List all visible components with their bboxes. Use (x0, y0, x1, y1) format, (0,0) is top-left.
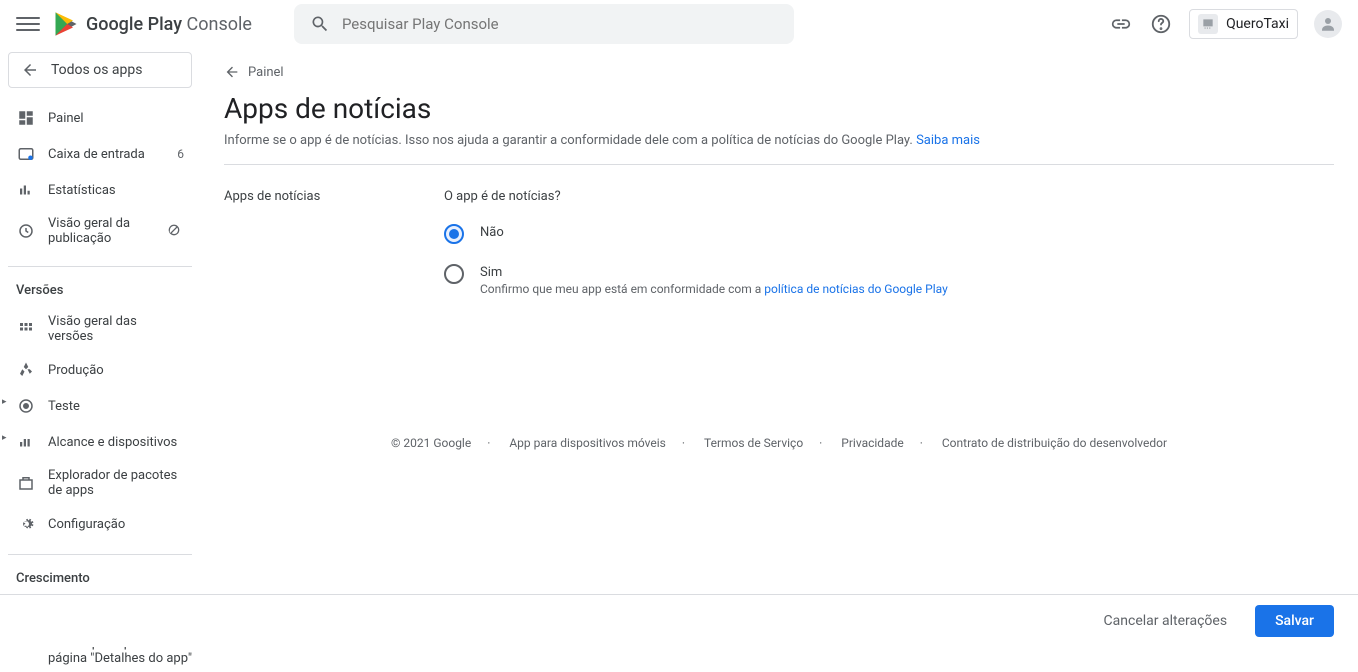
sidebar-item-versions-overview[interactable]: Visão geral das versões (8, 306, 192, 352)
sidebar: Todos os apps Painel Caixa de entrada 6 … (0, 48, 200, 672)
account-switcher[interactable]: QueroTaxi (1189, 9, 1298, 39)
sidebar-item-test[interactable]: Teste (8, 388, 192, 424)
dashboard-icon (16, 108, 36, 128)
account-name: QueroTaxi (1226, 16, 1289, 32)
app-icon (1198, 14, 1218, 34)
radio-icon (444, 224, 464, 244)
footer-item[interactable]: Contrato de distribuição do desenvolvedo… (942, 436, 1167, 450)
rocket-icon (16, 360, 36, 380)
sidebar-item-label: Produção (48, 363, 184, 378)
action-bar: Cancelar alterações Salvar (0, 594, 1358, 647)
sidebar-item-label: Painel (48, 111, 184, 126)
footer-item[interactable]: Privacidade (841, 436, 923, 450)
footer: © 2021 Google App para dispositivos móve… (224, 436, 1334, 450)
search-box[interactable] (294, 4, 794, 44)
sidebar-item-publishing[interactable]: Visão geral da publicação (8, 208, 192, 254)
radio-label: Sim (480, 264, 948, 280)
sidebar-item-label: Caixa de entrada (48, 147, 165, 162)
learn-more-link[interactable]: Saiba mais (916, 133, 980, 148)
user-avatar[interactable] (1314, 10, 1342, 38)
arrow-left-icon (21, 61, 39, 79)
arrow-left-icon (224, 64, 240, 80)
help-icon[interactable] (1149, 12, 1173, 36)
sidebar-item-label: Estatísticas (48, 183, 184, 198)
sidebar-item-painel[interactable]: Painel (8, 100, 192, 136)
logo[interactable]: Google Play Console (52, 10, 252, 38)
package-icon (16, 473, 36, 493)
policy-link[interactable]: política de notícias do Google Play (764, 282, 948, 296)
save-button[interactable]: Salvar (1255, 605, 1334, 637)
section-title: Versões (8, 279, 192, 306)
play-console-logo-icon (52, 10, 80, 38)
inbox-icon (16, 144, 36, 164)
app-header: Google Play Console QueroTaxi (0, 0, 1358, 48)
sidebar-item-production[interactable]: Produção (8, 352, 192, 388)
radio-option-no[interactable]: Não (444, 224, 1334, 244)
devices-icon (16, 432, 36, 452)
sidebar-item-label: Visão geral das versões (48, 314, 184, 344)
page-title: Apps de notícias (224, 92, 1334, 125)
disabled-icon (166, 222, 184, 240)
header-actions: QueroTaxi (1109, 9, 1342, 39)
sidebar-item-label: Explorador de pacotes de apps (48, 468, 184, 498)
logo-text: Google Play Console (86, 14, 252, 35)
publishing-icon (16, 221, 36, 241)
all-apps-label: Todos os apps (51, 62, 143, 78)
footer-item[interactable]: App para dispositivos móveis (509, 436, 685, 450)
main-content: Painel Apps de notícias Informe se o app… (200, 48, 1358, 672)
sidebar-item-label: Alcance e dispositivos (48, 435, 184, 450)
page-description: Informe se o app é de notícias. Isso nos… (224, 133, 1334, 165)
sidebar-item-label: Visão geral da publicação (48, 216, 154, 246)
menu-icon[interactable] (16, 12, 40, 36)
form-section: Apps de notícias O app é de notícias? Nã… (224, 189, 1334, 316)
inbox-count: 6 (177, 147, 184, 161)
footer-item[interactable]: Termos de Serviço (704, 436, 822, 450)
breadcrumb[interactable]: Painel (224, 64, 1334, 80)
sidebar-item-reach[interactable]: Alcance e dispositivos (8, 424, 192, 460)
search-input[interactable] (342, 15, 778, 33)
cancel-button[interactable]: Cancelar alterações (1092, 605, 1240, 637)
section-title: Crescimento (8, 567, 192, 594)
form-section-label: Apps de notícias (224, 189, 444, 316)
sidebar-item-bundle-explorer[interactable]: Explorador de pacotes de apps (8, 460, 192, 506)
radio-option-yes[interactable]: Sim Confirmo que meu app está em conform… (444, 264, 1334, 296)
search-icon (310, 14, 330, 34)
radio-sublabel: Confirmo que meu app está em conformidad… (480, 282, 948, 296)
gear-icon (16, 514, 36, 534)
sidebar-item-inbox[interactable]: Caixa de entrada 6 (8, 136, 192, 172)
footer-item: © 2021 Google (391, 436, 490, 450)
sidebar-section-versoes: Versões Visão geral das versões Produção… (8, 266, 192, 542)
radio-label: Não (480, 224, 504, 240)
radio-icon (444, 264, 464, 284)
sidebar-item-config[interactable]: Configuração (8, 506, 192, 542)
link-icon[interactable] (1109, 12, 1133, 36)
sidebar-item-label: Teste (48, 399, 184, 414)
sidebar-item-stats[interactable]: Estatísticas (8, 172, 192, 208)
breadcrumb-label: Painel (248, 65, 284, 80)
sidebar-item-label: Configuração (48, 517, 184, 532)
stats-icon (16, 180, 36, 200)
form-question: O app é de notícias? (444, 189, 1334, 204)
test-icon (16, 396, 36, 416)
all-apps-button[interactable]: Todos os apps (8, 52, 192, 88)
grid-icon (16, 319, 36, 339)
